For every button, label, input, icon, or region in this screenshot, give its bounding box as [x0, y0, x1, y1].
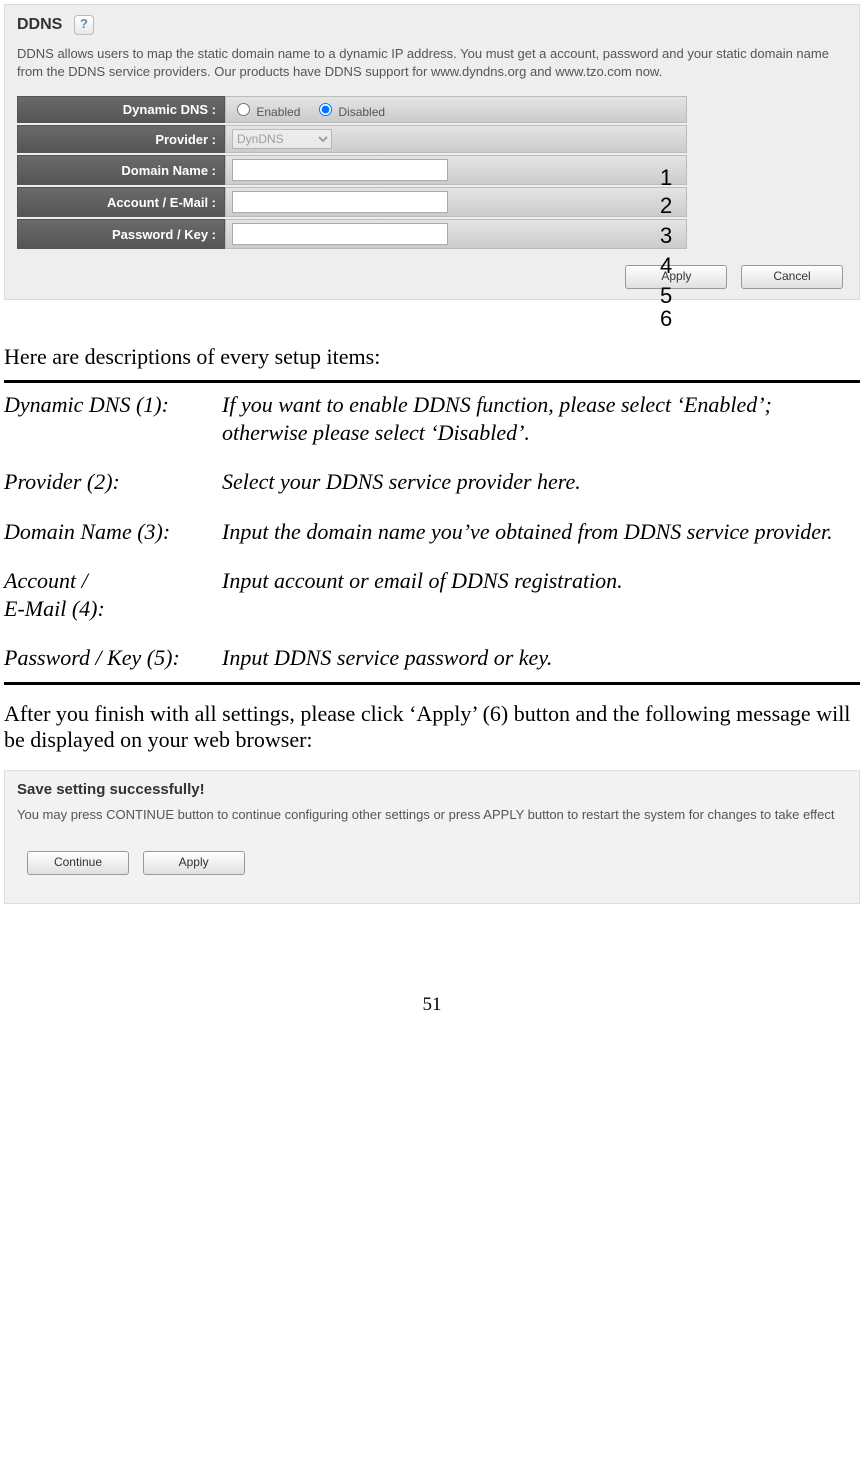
- form-table: Dynamic DNS : Enabled Disabled Provider …: [17, 94, 687, 251]
- desc-label-4b: E-Mail (4):: [4, 595, 222, 623]
- desc-text-1: If you want to enable DDNS function, ple…: [222, 391, 856, 446]
- button-row: Apply Cancel: [17, 265, 847, 289]
- desc-label-4a: Account /: [4, 567, 222, 595]
- save-panel: Save setting successfully! You may press…: [4, 770, 860, 905]
- callout-1: 1: [660, 165, 672, 191]
- ddns-panel: DDNS ? DDNS allows users to map the stat…: [4, 4, 860, 300]
- cell-account: [225, 187, 687, 217]
- continue-button[interactable]: Continue: [27, 851, 129, 875]
- divider-bottom: [4, 682, 860, 685]
- input-password[interactable]: [232, 223, 448, 245]
- row-account: Account / E-Mail :: [17, 187, 687, 217]
- after-text: After you finish with all settings, plea…: [4, 701, 856, 754]
- label-provider: Provider :: [17, 125, 225, 153]
- desc-text-3: Input the domain name you’ve obtained fr…: [222, 518, 856, 546]
- save-desc: You may press CONTINUE button to continu…: [17, 806, 847, 824]
- desc-text-2: Select your DDNS service provider here.: [222, 468, 856, 496]
- label-dynamic-dns: Dynamic DNS :: [17, 96, 225, 123]
- cell-provider: DynDNS: [225, 125, 687, 153]
- row-password: Password / Key :: [17, 219, 687, 249]
- page-number: 51: [0, 994, 864, 1016]
- cell-domain-name: [225, 155, 687, 185]
- save-title: Save setting successfully!: [17, 781, 847, 798]
- label-password: Password / Key :: [17, 219, 225, 249]
- callout-3: 3: [660, 223, 672, 249]
- callout-4: 4: [660, 253, 672, 279]
- save-buttons: Continue Apply: [17, 851, 847, 875]
- cell-password: [225, 219, 687, 249]
- callout-6: 6: [660, 306, 864, 332]
- label-account: Account / E-Mail :: [17, 187, 225, 217]
- input-domain-name[interactable]: [232, 159, 448, 181]
- divider-top: [4, 380, 860, 383]
- intro-text: Here are descriptions of every setup ite…: [4, 344, 856, 370]
- panel-title: DDNS: [17, 16, 62, 34]
- row-dynamic-dns: Dynamic DNS : Enabled Disabled: [17, 96, 687, 123]
- callout-2: 2: [660, 193, 672, 219]
- desc-label-3: Domain Name (3):: [4, 518, 222, 546]
- apply-button-2[interactable]: Apply: [143, 851, 245, 875]
- radio-enabled-label[interactable]: Enabled: [232, 105, 300, 119]
- description-table: Dynamic DNS (1): If you want to enable D…: [4, 391, 856, 672]
- radio-disabled-label[interactable]: Disabled: [314, 105, 385, 119]
- desc-label-1: Dynamic DNS (1):: [4, 391, 222, 446]
- desc-text-4: Input account or email of DDNS registrat…: [222, 567, 856, 595]
- desc-label-2: Provider (2):: [4, 468, 222, 496]
- desc-text-5: Input DDNS service password or key.: [222, 644, 856, 672]
- row-provider: Provider : DynDNS: [17, 125, 687, 153]
- desc-label-5: Password / Key (5):: [4, 644, 222, 672]
- apply-button[interactable]: Apply: [625, 265, 727, 289]
- radio-enabled[interactable]: [237, 103, 250, 116]
- callout-5: 5: [660, 283, 672, 309]
- label-domain-name: Domain Name :: [17, 155, 225, 185]
- radio-disabled[interactable]: [319, 103, 332, 116]
- cancel-button[interactable]: Cancel: [741, 265, 843, 289]
- panel-description: DDNS allows users to map the static doma…: [17, 45, 847, 80]
- help-icon[interactable]: ?: [74, 15, 94, 35]
- cell-dynamic-dns: Enabled Disabled: [225, 96, 687, 123]
- input-account[interactable]: [232, 191, 448, 213]
- row-domain-name: Domain Name :: [17, 155, 687, 185]
- select-provider[interactable]: DynDNS: [232, 129, 332, 149]
